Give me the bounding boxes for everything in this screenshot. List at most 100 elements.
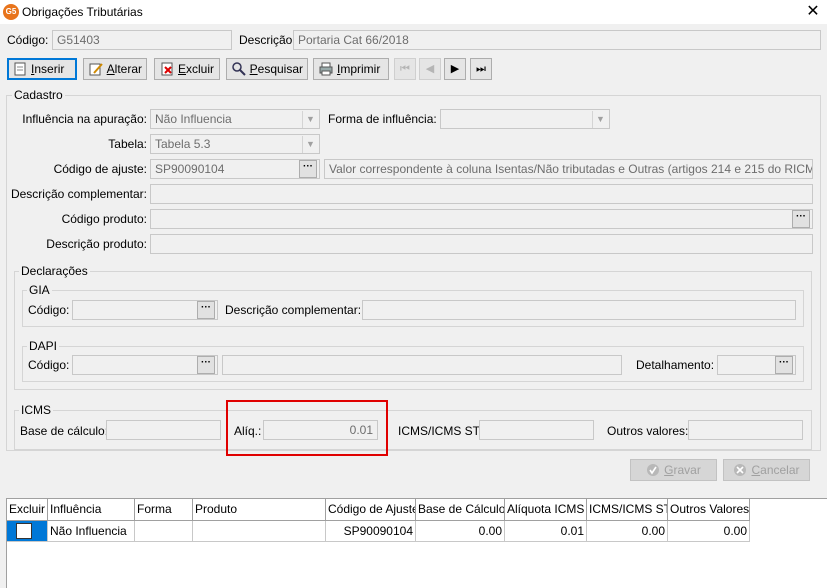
alterar-label-accel: A [106, 62, 115, 76]
forma-label: Forma de influência: [328, 112, 437, 126]
detalhamento-lookup-button[interactable]: ··· [775, 356, 793, 374]
gravar-label-accel: G [664, 463, 674, 477]
inserir-label: nserir [34, 62, 65, 76]
desc-produto-field[interactable] [150, 234, 813, 254]
imprimir-label: mprimir [340, 62, 381, 76]
outros-valores-label: Outros valores: [607, 424, 689, 438]
table-row-excluir-cell[interactable] [7, 521, 48, 542]
dapi-group-label: DAPI [27, 339, 60, 353]
app-logo-icon: G5 [3, 4, 19, 20]
chevron-down-icon[interactable]: ▼ [592, 111, 608, 128]
gia-group-label: GIA [27, 283, 52, 297]
obrigacoes-grid[interactable]: Excluir Influência Forma Produto Código … [6, 498, 827, 588]
influencia-label: Influência na apuração: [22, 112, 147, 126]
column-header-base-calculo[interactable]: Base de Cálculo [416, 499, 505, 521]
desc-compl-label: Descrição complementar: [10, 187, 147, 201]
last-record-icon[interactable]: ⏭ [470, 58, 492, 80]
cancelar-label: ancelar [760, 463, 800, 477]
codigo-field[interactable]: G51403 [52, 30, 232, 50]
table-cell-aliquota[interactable]: 0.01 [505, 521, 587, 542]
imprimir-button[interactable]: Imprimir [313, 58, 389, 80]
column-header-forma[interactable]: Forma [135, 499, 193, 521]
previous-record-icon[interactable]: ◀ [419, 58, 441, 80]
gravar-label: ravar [673, 463, 701, 477]
table-cell-forma[interactable] [135, 521, 193, 542]
cancelar-label-accel: C [751, 463, 761, 477]
ajuste-lookup-button[interactable]: ··· [299, 160, 317, 178]
chevron-down-icon[interactable]: ▼ [302, 136, 318, 153]
excluir-label-accel: E [178, 62, 187, 76]
cancelar-button[interactable]: Cancelar [723, 459, 810, 481]
search-icon [232, 62, 246, 76]
pesquisar-label: esquisar [257, 62, 303, 76]
dapi-lookup-button[interactable]: ··· [197, 356, 215, 374]
column-header-excluir[interactable]: Excluir [7, 499, 48, 521]
desc-compl-field[interactable] [150, 184, 813, 204]
gia-desc-field[interactable] [362, 300, 796, 320]
column-header-aliquota[interactable]: Alíquota ICMS [505, 499, 587, 521]
base-calculo-label: Base de cálculo: [20, 424, 109, 438]
forma-select[interactable]: ▼ [440, 109, 610, 129]
alterar-button[interactable]: Alterar [83, 58, 147, 80]
table-cell-produto[interactable] [193, 521, 326, 542]
cadastro-group-label: Cadastro [12, 88, 65, 102]
influencia-select[interactable]: Não Influencia ▼ [150, 109, 320, 129]
check-circle-icon [647, 464, 660, 476]
dapi-codigo-label: Código: [28, 358, 70, 372]
excluir-label: xcluir [186, 62, 215, 76]
ajuste-label: Código de ajuste: [53, 162, 147, 176]
table-cell-outros[interactable]: 0.00 [668, 521, 750, 542]
descricao-field[interactable]: Portaria Cat 66/2018 [293, 30, 821, 50]
icms-st-field[interactable] [479, 420, 594, 440]
window-title: Obrigações Tributárias [22, 5, 143, 19]
produto-lookup-button[interactable]: ··· [792, 210, 810, 228]
tabela-select[interactable]: Tabela 5.3 ▼ [150, 134, 320, 154]
column-header-codigo-ajuste[interactable]: Código de Ajuste [326, 499, 416, 521]
tabela-value: Tabela 5.3 [155, 137, 211, 151]
cod-produto-label: Código produto: [61, 212, 147, 226]
desc-produto-label: Descrição produto: [46, 237, 147, 251]
table-cell-influencia[interactable]: Não Influencia [48, 521, 135, 542]
detalhamento-label: Detalhamento: [636, 358, 715, 372]
printer-icon [319, 62, 333, 76]
pesquisar-button[interactable]: Pesquisar [226, 58, 308, 80]
column-header-influencia[interactable]: Influência [48, 499, 135, 521]
delete-document-icon [161, 62, 173, 76]
dapi-desc-field[interactable] [222, 355, 622, 375]
gia-codigo-label: Código: [28, 303, 70, 317]
icms-st-label: ICMS/ICMS ST: [398, 424, 483, 438]
excluir-checkbox[interactable] [16, 523, 32, 539]
icms-group-label: ICMS [19, 403, 53, 417]
new-document-icon [14, 62, 26, 76]
inserir-button[interactable]: Inserir [7, 58, 77, 80]
first-record-icon[interactable]: ⏮ [394, 58, 416, 80]
column-header-icms-st[interactable]: ICMS/ICMS ST [587, 499, 668, 521]
chevron-down-icon[interactable]: ▼ [302, 111, 318, 128]
descricao-label: Descrição: [239, 33, 296, 47]
column-header-produto[interactable]: Produto [193, 499, 326, 521]
cancel-circle-icon [734, 464, 747, 476]
edit-pencil-icon [89, 63, 103, 76]
gia-lookup-button[interactable]: ··· [197, 301, 215, 319]
ajuste-description-field[interactable]: Valor correspondente à coluna Isentas/Nã… [324, 159, 813, 179]
declaracoes-group-label: Declarações [19, 264, 90, 278]
table-cell-icms-st[interactable]: 0.00 [587, 521, 668, 542]
ajuste-field[interactable]: SP90090104 [150, 159, 320, 179]
close-icon[interactable]: ✕ [804, 1, 822, 21]
table-cell-codigo-ajuste[interactable]: SP90090104 [326, 521, 416, 542]
aliquota-highlight-box [226, 400, 388, 456]
gia-desc-label: Descrição complementar: [225, 303, 362, 317]
outros-valores-field[interactable] [688, 420, 803, 440]
codigo-label: Código: [7, 33, 49, 47]
next-record-icon[interactable]: ▶ [444, 58, 466, 80]
table-cell-base-calculo[interactable]: 0.00 [416, 521, 505, 542]
ajuste-value: SP90090104 [155, 162, 225, 176]
tabela-label: Tabela: [108, 137, 147, 151]
cod-produto-field[interactable] [150, 209, 813, 229]
column-header-outros[interactable]: Outros Valores [668, 499, 750, 521]
pesquisar-label-accel: P [249, 62, 258, 76]
alterar-label: lterar [114, 62, 142, 76]
base-calculo-field[interactable] [106, 420, 221, 440]
gravar-button[interactable]: Gravar [630, 459, 717, 481]
excluir-button[interactable]: Excluir [154, 58, 220, 80]
